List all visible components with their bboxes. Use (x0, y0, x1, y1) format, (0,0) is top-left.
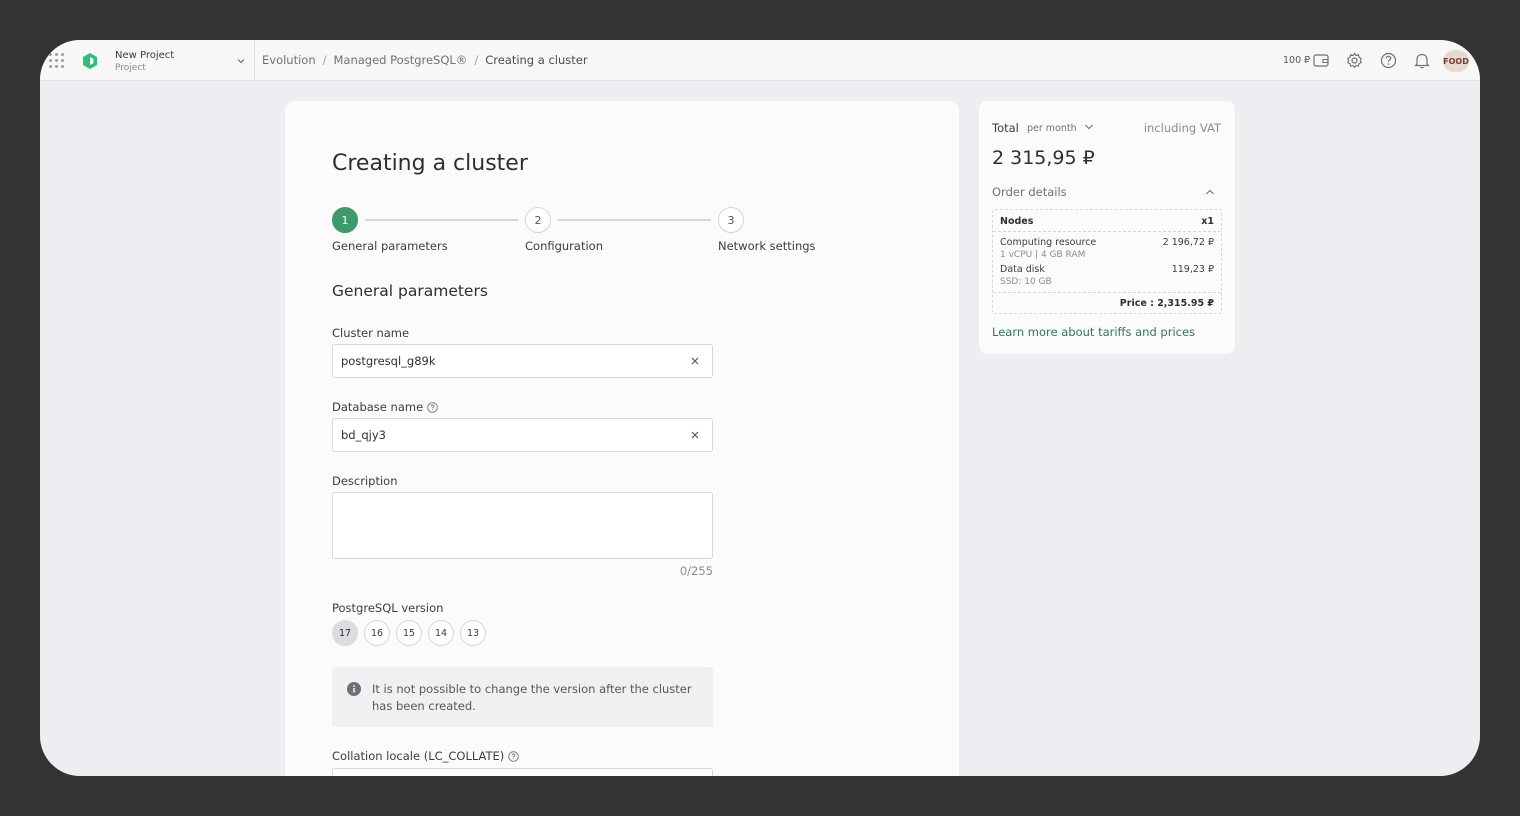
description-counter: 0/255 (679, 564, 713, 578)
version-option-16[interactable]: 16 (364, 620, 390, 646)
computing-spec: 1 vCPU | 4 GB RAM (1000, 250, 1086, 260)
version-option-17[interactable]: 17 (332, 620, 358, 646)
version-label-text: PostgreSQL version (332, 601, 444, 615)
cluster-name-input[interactable]: postgresql_g89k (332, 344, 713, 378)
price-summary: Total per month including VAT 2 315,95 ₽… (979, 101, 1235, 354)
apps-grid-icon[interactable] (49, 53, 65, 69)
question-icon[interactable] (508, 750, 520, 762)
breadcrumb-managed-postgresql[interactable]: Managed PostgreSQL® (334, 53, 468, 67)
database-name-label: Database name (332, 400, 438, 414)
help-icon[interactable] (1380, 52, 1397, 69)
vat-label: including VAT (1143, 121, 1221, 135)
notice-text: It is not possible to change the version… (372, 682, 692, 713)
total-price: 2 315,95 ₽ (992, 147, 1095, 169)
logo-icon (83, 53, 97, 69)
step-1-label[interactable]: General parameters (332, 239, 448, 253)
avatar[interactable]: FOOD (1443, 50, 1469, 72)
project-name: New Project (115, 50, 175, 61)
screen: New Project Project Evolution / Managed … (40, 40, 1480, 776)
breadcrumb-separator: / (322, 53, 327, 67)
version-option-13[interactable]: 13 (460, 620, 486, 646)
learn-more-link[interactable]: Learn more about tariffs and prices (992, 325, 1195, 339)
section-title: General parameters (332, 282, 488, 300)
topbar-divider (254, 40, 255, 81)
chevron-down-icon[interactable] (236, 56, 246, 66)
nodes-label: Nodes (1000, 216, 1034, 227)
description-textarea[interactable] (332, 492, 713, 559)
order-details-toggle[interactable]: Order details (992, 185, 1067, 199)
nodes-row: Nodes x1 (1000, 216, 1214, 227)
disk-spec: SSD: 10 GB (1000, 277, 1052, 287)
total-label: Total (992, 121, 1019, 135)
breadcrumb-current: Creating a cluster (485, 53, 588, 67)
breadcrumb-separator: / (474, 53, 479, 67)
cluster-name-label-text: Cluster name (332, 326, 410, 340)
database-name-value: bd_qjy3 (341, 428, 386, 442)
device-frame: New Project Project Evolution / Managed … (0, 0, 1520, 816)
disk-row: Data disk 119,23 ₽ (1000, 264, 1214, 275)
collation-label-text: Collation locale (LC_COLLATE) (332, 749, 505, 763)
version-option-14[interactable]: 14 (428, 620, 454, 646)
breadcrumb: Evolution / Managed PostgreSQL® / Creati… (262, 53, 588, 67)
breadcrumb-evolution[interactable]: Evolution (262, 53, 316, 67)
clear-icon[interactable] (689, 355, 701, 367)
database-name-label-text: Database name (332, 400, 424, 414)
computing-row: Computing resource 2 196,72 ₽ (1000, 237, 1214, 248)
page-title: Creating a cluster (332, 151, 528, 176)
divider (993, 292, 1221, 293)
computing-label: Computing resource (1000, 237, 1097, 248)
disk-label: Data disk (1000, 264, 1045, 275)
step-connector (365, 219, 518, 221)
clear-icon[interactable] (689, 429, 701, 441)
period-selector[interactable]: per month (1027, 123, 1077, 134)
version-label: PostgreSQL version (332, 601, 443, 615)
chevron-down-icon[interactable] (1084, 122, 1094, 132)
version-option-15[interactable]: 15 (396, 620, 422, 646)
wallet-icon[interactable] (1313, 53, 1329, 67)
version-selector: 17 16 15 14 13 (332, 620, 486, 646)
step-3-circle[interactable]: 3 (718, 207, 744, 233)
step-1-circle[interactable]: 1 (332, 207, 358, 233)
cluster-name-value: postgresql_g89k (341, 354, 436, 368)
step-3-label[interactable]: Network settings (718, 239, 816, 253)
collation-label: Collation locale (LC_COLLATE) (332, 749, 520, 763)
chevron-up-icon[interactable] (1205, 187, 1215, 197)
order-details-box: Nodes x1 Computing resource 2 196,72 ₽ 1… (992, 209, 1222, 314)
stepper: 1 2 3 General parameters Configuration N… (332, 207, 932, 257)
computing-price: 2 196,72 ₽ (1162, 237, 1214, 248)
bell-icon[interactable] (1414, 52, 1430, 69)
description-label: Description (332, 474, 398, 488)
version-notice: It is not possible to change the version… (332, 667, 713, 727)
disk-price: 119,23 ₽ (1171, 264, 1214, 275)
top-bar: New Project Project Evolution / Managed … (40, 40, 1480, 81)
price-line: Price : 2,315.95 ₽ (1119, 298, 1214, 309)
price-row: Price : 2,315.95 ₽ (1000, 298, 1214, 309)
step-connector (558, 219, 711, 221)
divider (993, 231, 1221, 232)
project-selector[interactable]: New Project Project (115, 49, 250, 74)
info-icon (347, 682, 361, 696)
question-icon[interactable] (427, 401, 438, 413)
step-2-label[interactable]: Configuration (525, 239, 603, 253)
project-type: Project (115, 63, 146, 73)
collation-select[interactable] (332, 768, 713, 776)
description-label-text: Description (332, 474, 398, 488)
database-name-input[interactable]: bd_qjy3 (332, 418, 713, 452)
cluster-name-label: Cluster name (332, 326, 409, 340)
form-card: Creating a cluster 1 2 3 General paramet… (285, 101, 959, 776)
balance-amount[interactable]: 100 ₽ (1283, 55, 1310, 66)
nodes-count: x1 (1201, 216, 1214, 227)
gear-icon[interactable] (1346, 52, 1363, 69)
step-2-circle[interactable]: 2 (525, 207, 551, 233)
